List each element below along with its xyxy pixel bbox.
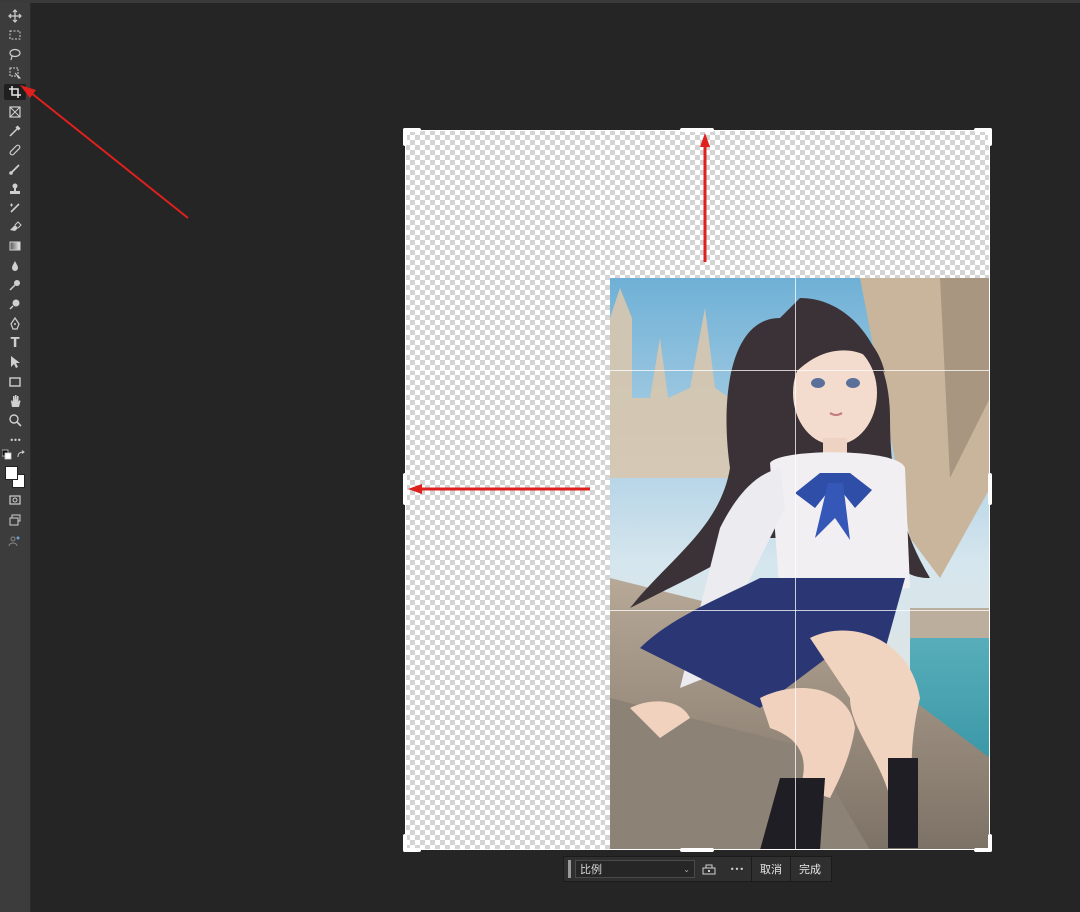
crop-handle-top-right-v[interactable] (988, 128, 992, 146)
stamp-icon (10, 183, 20, 194)
crop-options-bar: 比例 ⌄ ••• 取消 完成 (563, 856, 832, 882)
rectangle-tool[interactable] (4, 374, 26, 390)
stamp-tool[interactable] (4, 181, 26, 197)
tools-panel: T ••• (0, 3, 31, 912)
gradient-tool[interactable] (4, 238, 26, 254)
crop-handle-right[interactable] (988, 473, 992, 505)
swap-colors[interactable] (16, 450, 26, 460)
quick-mask-tool[interactable] (4, 492, 26, 508)
crop-handle-top[interactable] (680, 128, 714, 132)
done-button[interactable]: 完成 (790, 856, 829, 882)
lasso-icon (9, 48, 21, 61)
brush-tool[interactable] (4, 161, 26, 177)
hand-icon (11, 395, 21, 407)
crop-handle-bottom[interactable] (680, 848, 714, 852)
eraser-icon (10, 221, 22, 231)
more-tools[interactable]: ••• (4, 432, 26, 448)
people-icon (8, 536, 20, 547)
ratio-select-label: 比例 (580, 863, 602, 876)
eraser-tool[interactable] (4, 219, 26, 235)
healing-brush-tool[interactable] (4, 142, 26, 158)
chevron-down-icon: ⌄ (683, 864, 690, 874)
path-select-tool[interactable] (4, 354, 26, 370)
gradient-icon (9, 241, 21, 251)
crop-grid-line (405, 370, 990, 371)
lasso-tool[interactable] (4, 46, 26, 62)
straighten-button[interactable] (695, 856, 723, 882)
hand-tool[interactable] (4, 393, 26, 409)
drop-icon (12, 261, 18, 271)
swap-arrow-icon (17, 450, 25, 458)
ellipsis-icon: ••• (729, 864, 745, 874)
type-icon: T (10, 335, 20, 351)
crop-handle-top-left-v[interactable] (403, 128, 407, 146)
crop-handle-left[interactable] (403, 473, 407, 505)
frame-tool[interactable] (4, 104, 26, 120)
pen-icon (10, 317, 20, 330)
marquee-icon (9, 30, 21, 40)
crop-grid-line (405, 610, 990, 611)
zoom-icon (9, 414, 22, 427)
ellipsis-icon: ••• (9, 435, 21, 445)
magnifier-dodge-icon (9, 299, 20, 310)
quick-mask-icon (9, 495, 21, 505)
sponge-tool[interactable] (4, 296, 26, 312)
rectangle-icon (9, 377, 21, 387)
screen-mode-icon (9, 514, 21, 526)
blur-tool[interactable] (4, 258, 26, 274)
ratio-select[interactable]: 比例 ⌄ (575, 860, 695, 878)
drag-handle[interactable] (568, 860, 571, 878)
zoom-tool[interactable] (4, 412, 26, 428)
crop-handle-bottom-right-v[interactable] (988, 834, 992, 852)
eyedropper-icon (9, 125, 21, 137)
crop-grid-line (795, 130, 796, 850)
move-icon (8, 9, 22, 23)
arrow-icon (11, 356, 20, 368)
crop-handle-bottom-left-v[interactable] (403, 834, 407, 852)
dodge-icon (9, 280, 20, 291)
share-tool[interactable] (4, 533, 26, 549)
type-tool[interactable]: T (4, 335, 26, 351)
object-select-tool[interactable] (4, 65, 26, 81)
frame-icon (9, 106, 21, 118)
object-select-icon (9, 67, 22, 79)
crop-tool[interactable] (4, 84, 26, 100)
eyedropper-tool[interactable] (4, 123, 26, 139)
dodge-tool[interactable] (4, 277, 26, 293)
cancel-button[interactable]: 取消 (751, 856, 790, 882)
move-tool[interactable] (4, 8, 26, 24)
screen-mode-tool[interactable] (4, 512, 26, 528)
default-colors[interactable] (2, 449, 12, 460)
crop-icon (9, 86, 21, 98)
photo-layer[interactable] (610, 278, 990, 850)
bandage-icon (9, 144, 21, 156)
history-brush-tool[interactable] (4, 200, 26, 216)
crop-grid-line (600, 130, 601, 850)
pen-tool[interactable] (4, 316, 26, 332)
default-colors-icon (2, 449, 12, 460)
foreground-color-swatch[interactable] (5, 466, 18, 480)
level-icon (702, 864, 716, 875)
top-bar (0, 0, 1080, 3)
brush-icon (9, 164, 20, 175)
photo-illustration (610, 278, 990, 850)
marquee-tool[interactable] (4, 27, 26, 43)
more-options-button[interactable]: ••• (723, 856, 751, 882)
history-brush-icon (10, 203, 20, 213)
arrow-to-crop-tool (20, 85, 189, 219)
